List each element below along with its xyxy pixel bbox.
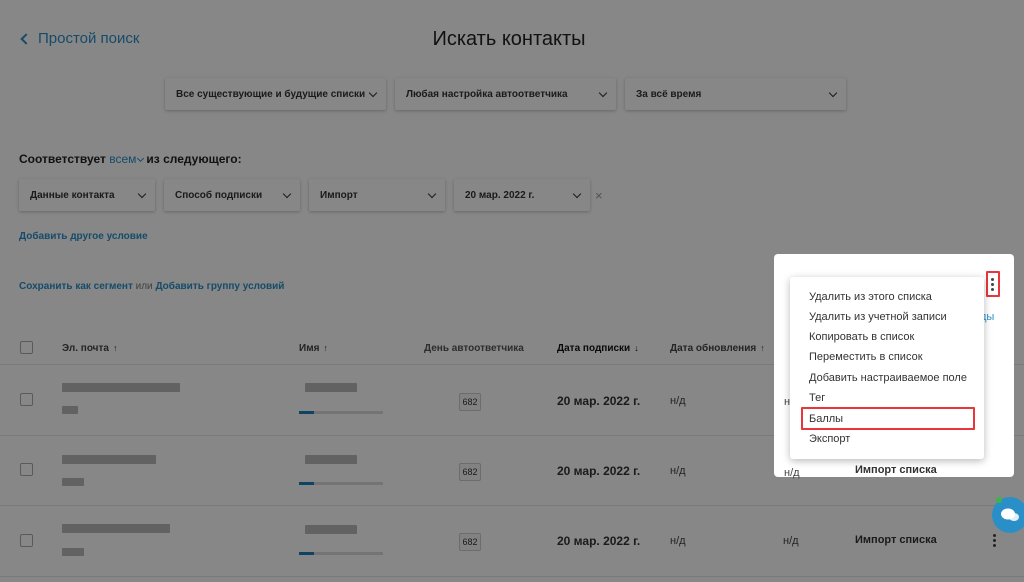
ip-value: н/д bbox=[784, 467, 800, 479]
menu-item-copy-to-list[interactable]: Копировать в список bbox=[809, 331, 914, 343]
menu-item-remove-from-account[interactable]: Удалить из учетной записи bbox=[809, 311, 947, 323]
menu-item-tag[interactable]: Тег bbox=[809, 392, 825, 404]
kebab-highlight-box bbox=[986, 271, 1000, 297]
online-status-dot bbox=[996, 497, 1002, 503]
menu-item-add-custom-field[interactable]: Добавить настраиваемое поле bbox=[809, 372, 967, 384]
row-actions-menu: Удалить из этого списка Удалить из учетн… bbox=[790, 277, 984, 459]
source-value: Импорт списка bbox=[855, 464, 937, 476]
menu-item-remove-from-list[interactable]: Удалить из этого списка bbox=[809, 291, 932, 303]
search-contacts-page: Простой поиск Искать контакты Все сущест… bbox=[0, 0, 1024, 582]
menu-item-move-to-list[interactable]: Переместить в список bbox=[809, 351, 923, 363]
score-highlight-box bbox=[801, 407, 975, 430]
menu-item-export[interactable]: Экспорт bbox=[809, 433, 850, 445]
